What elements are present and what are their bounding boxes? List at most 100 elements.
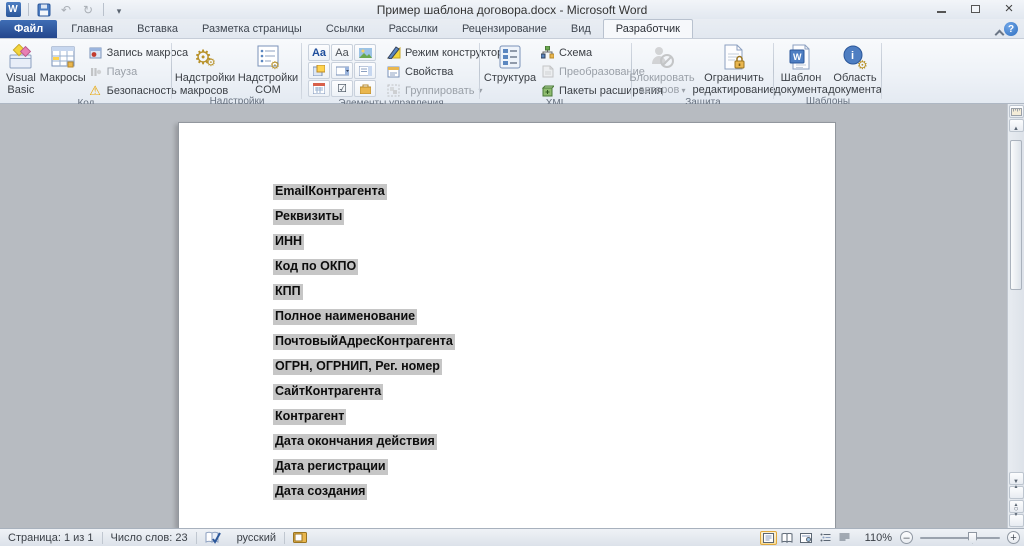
record-macro-icon	[88, 45, 103, 60]
zoom-slider-thumb[interactable]	[968, 532, 977, 544]
block-authors-button[interactable]: Блокировать авторов	[633, 41, 691, 97]
svg-text:⚙: ⚙	[270, 60, 280, 70]
check-box-control-button[interactable]	[331, 80, 353, 97]
svg-text:W: W	[793, 52, 802, 62]
field-site[interactable]: СайтКонтрагента	[273, 384, 383, 400]
addins-button[interactable]: Надстройки	[177, 41, 233, 84]
ribbon-group-code: Visual Basic Макросы Запись макроса	[0, 39, 172, 103]
field-postal-address[interactable]: ПочтовыйАдресКонтрагента	[273, 334, 455, 350]
scrollbar-thumb[interactable]	[1010, 140, 1022, 290]
combo-box-icon	[336, 66, 349, 76]
word-logo-icon	[6, 2, 21, 17]
tab-mailings[interactable]: Рассылки	[377, 20, 450, 38]
field-creation-date[interactable]: Дата создания	[273, 484, 367, 500]
draft-view-icon	[839, 533, 850, 542]
spell-check-indicator[interactable]	[197, 529, 229, 546]
fullscreen-reading-icon	[781, 533, 793, 543]
tab-insert[interactable]: Вставка	[125, 20, 190, 38]
tab-developer[interactable]: Разработчик	[603, 19, 693, 38]
pause-icon	[88, 64, 103, 79]
ribbon-group-controls: Aa Aa	[302, 39, 480, 103]
restrict-editing-button[interactable]: Ограничить редактирование	[695, 41, 773, 96]
ruler-icon	[1011, 108, 1022, 116]
field-ogrn[interactable]: ОГРН, ОГРНИП, Рег. номер	[273, 359, 442, 375]
date-picker-button[interactable]	[308, 80, 330, 97]
undo-button[interactable]	[57, 2, 75, 18]
window-title: Пример шаблона договора.docx - Microsoft…	[0, 3, 1024, 17]
field-kontragent[interactable]: Контрагент	[273, 409, 346, 425]
tab-home[interactable]: Главная	[59, 20, 125, 38]
visual-basic-button[interactable]: Visual Basic	[4, 41, 38, 96]
picture-control-button[interactable]	[354, 44, 376, 61]
tab-row-right	[996, 22, 1018, 36]
ribbon-tab-row: Файл Главная Вставка Разметка страницы С…	[0, 19, 1024, 38]
fullscreen-reading-view-button[interactable]	[779, 531, 796, 545]
spell-check-icon	[205, 531, 221, 544]
minimize-icon	[937, 11, 946, 13]
language-indicator[interactable]: русский	[229, 529, 284, 546]
field-email-kontragenta[interactable]: EmailКонтрагента	[273, 184, 387, 200]
divider	[103, 3, 104, 16]
status-bar: Страница: 1 из 1 Число слов: 23 русский	[0, 528, 1024, 546]
svg-text:i: i	[851, 50, 854, 62]
visual-basic-icon	[7, 43, 35, 71]
field-inn[interactable]: ИНН	[273, 234, 304, 250]
help-button[interactable]	[1004, 22, 1018, 36]
rich-text-control-button[interactable]: Aa	[308, 44, 330, 61]
svg-text:⚙: ⚙	[857, 58, 868, 70]
com-addins-button[interactable]: ⚙ Надстройки COM	[239, 41, 297, 96]
field-okpo[interactable]: Код по ОКПО	[273, 259, 358, 275]
redo-button[interactable]	[79, 2, 97, 18]
language-preferences-button[interactable]	[285, 529, 315, 546]
next-page-button[interactable]	[1009, 514, 1024, 527]
document-template-button[interactable]: W Шаблон документа	[776, 41, 826, 96]
redo-icon	[83, 1, 93, 19]
field-kpp[interactable]: КПП	[273, 284, 303, 300]
word-count-indicator[interactable]: Число слов: 23	[103, 529, 196, 546]
zoom-out-button[interactable]: –	[900, 531, 913, 544]
structure-button[interactable]: Структура	[484, 41, 536, 84]
macros-button[interactable]: Макросы	[38, 41, 88, 84]
word-app-icon[interactable]	[4, 2, 22, 18]
restore-button[interactable]	[964, 1, 986, 16]
save-button[interactable]	[35, 2, 53, 18]
tab-references[interactable]: Ссылки	[314, 20, 377, 38]
group-objects-icon	[386, 83, 401, 98]
scroll-up-button[interactable]	[1009, 119, 1024, 132]
structure-icon	[496, 43, 524, 71]
vertical-scrollbar[interactable]	[1007, 104, 1024, 528]
zoom-slider[interactable]	[920, 537, 1000, 539]
customize-qat-button[interactable]	[110, 2, 128, 18]
print-layout-view-button[interactable]	[760, 531, 777, 545]
ribbon-group-addins: Надстройки ⚙ Надстройки COM Надстройки	[172, 39, 302, 103]
outline-view-button[interactable]	[817, 531, 834, 545]
field-rekvizity[interactable]: Реквизиты	[273, 209, 344, 225]
close-button[interactable]	[998, 1, 1020, 16]
document-panel-button[interactable]: i⚙ Область документа	[830, 41, 880, 96]
ribbon-group-templates: W Шаблон документа i⚙ Область документа …	[774, 39, 882, 103]
field-full-name[interactable]: Полное наименование	[273, 309, 417, 325]
plain-text-control-button[interactable]: Aa	[331, 44, 353, 61]
field-registration-date[interactable]: Дата регистрации	[273, 459, 388, 475]
legacy-tools-button[interactable]	[354, 80, 376, 97]
tab-page-layout[interactable]: Разметка страницы	[190, 20, 314, 38]
page-number-indicator[interactable]: Страница: 1 из 1	[0, 529, 102, 546]
drop-down-list-button[interactable]	[354, 62, 376, 79]
web-layout-view-button[interactable]	[798, 531, 815, 545]
minimize-button[interactable]	[930, 1, 952, 16]
document-page[interactable]: EmailКонтрагента Реквизиты ИНН Код по ОК…	[178, 122, 836, 528]
draft-view-button[interactable]	[836, 531, 853, 545]
tab-view[interactable]: Вид	[559, 20, 603, 38]
field-end-date[interactable]: Дата окончания действия	[273, 434, 437, 450]
zoom-level-indicator[interactable]: 110%	[855, 532, 898, 544]
tab-review[interactable]: Рецензирование	[450, 20, 559, 38]
close-icon	[1005, 0, 1014, 18]
plain-text-icon: Aa	[335, 47, 348, 59]
combo-box-button[interactable]	[331, 62, 353, 79]
title-bar: Пример шаблона договора.docx - Microsoft…	[0, 0, 1024, 19]
quick-access-toolbar	[0, 2, 128, 18]
building-block-gallery-button[interactable]	[308, 62, 330, 79]
zoom-in-button[interactable]: +	[1007, 531, 1020, 544]
print-layout-icon	[763, 533, 774, 543]
tab-file[interactable]: Файл	[0, 20, 57, 38]
